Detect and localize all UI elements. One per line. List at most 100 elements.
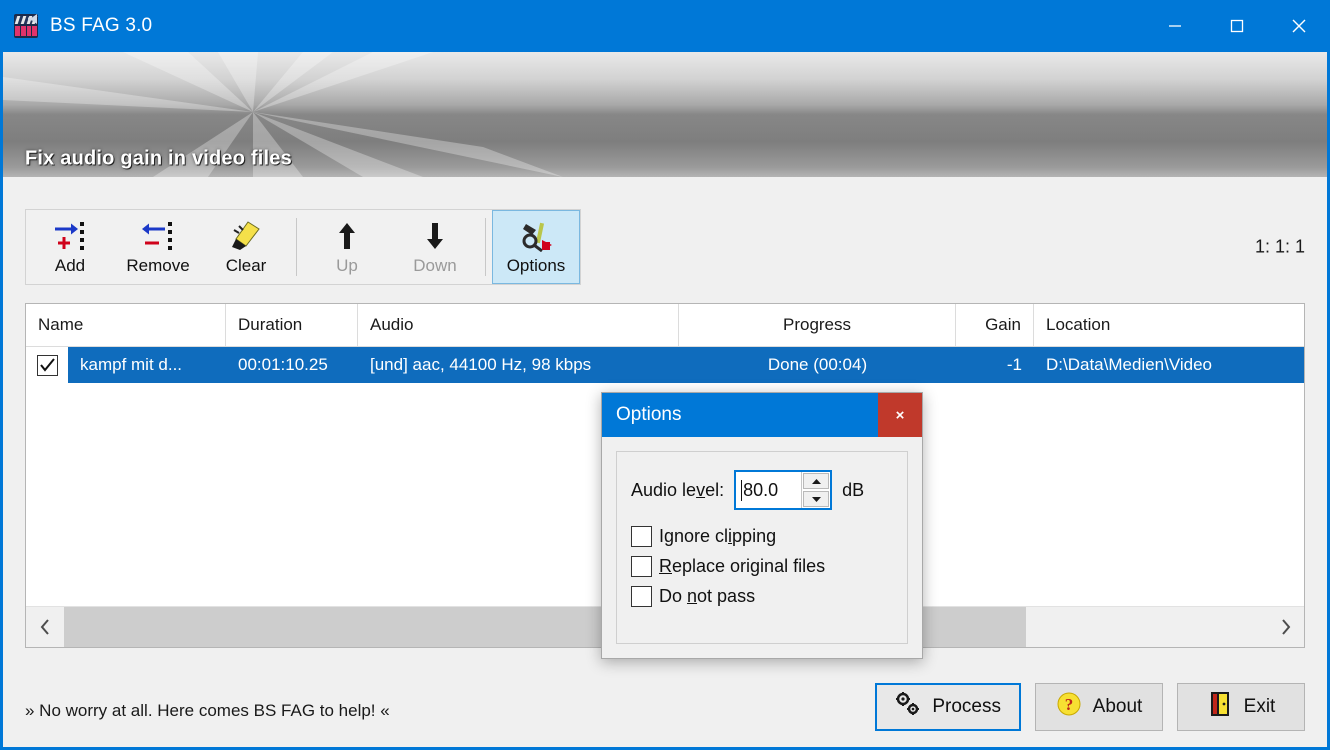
checkbox-replace-original-files[interactable]: Replace original files xyxy=(631,556,893,577)
toolbar: Add Remove Clear Up Down Options xyxy=(25,209,581,285)
tools-options-icon xyxy=(520,219,552,253)
spinner-up-icon[interactable] xyxy=(803,473,830,489)
checkbox-box xyxy=(36,354,58,376)
item-counter: 1: 1: 1 xyxy=(1254,236,1305,257)
checkbox-label: Do not pass xyxy=(659,586,755,607)
label-part-after: eplace original files xyxy=(672,556,826,576)
audio-level-value: 80.0 xyxy=(743,479,779,500)
column-header-name[interactable]: Name xyxy=(26,304,226,346)
exit-door-icon xyxy=(1207,691,1233,723)
label-part-after: pping xyxy=(732,526,777,546)
audio-level-label-after: el: xyxy=(705,479,725,500)
cell-gain: -1 xyxy=(1006,355,1022,374)
toolbar-button-remove[interactable]: Remove xyxy=(114,210,202,284)
column-header-gain[interactable]: Gain xyxy=(956,304,1034,346)
checkbox-box xyxy=(631,586,652,607)
window-title: BS FAG 3.0 xyxy=(50,15,153,36)
toolbar-label: Options xyxy=(506,255,566,275)
label-part-before: Do xyxy=(659,586,688,606)
clear-eraser-icon xyxy=(230,219,262,253)
column-header-duration[interactable]: Duration xyxy=(226,304,358,346)
label-part-after: ot pass xyxy=(697,586,756,606)
toolbar-separator xyxy=(296,218,297,276)
checkbox-ignore-clipping[interactable]: Ignore clipping xyxy=(631,526,893,547)
close-button[interactable] xyxy=(1268,0,1327,52)
audio-level-label-before: Audio le xyxy=(631,479,697,500)
checkbox-do-not-pass[interactable]: Do not pass xyxy=(631,586,893,607)
check-mark-icon xyxy=(39,357,55,372)
audio-level-label: Audio level: xyxy=(631,480,724,501)
banner-headline: Fix audio gain in video files xyxy=(25,147,292,170)
cell-audio: [und] aac, 44100 Hz, 98 kbps xyxy=(370,355,592,374)
list-header-row: Name Duration Audio Progress Gain Locati… xyxy=(26,304,1304,347)
column-header-audio[interactable]: Audio xyxy=(358,304,679,346)
toolbar-area: Add Remove Clear Up Down Options 1: 1: 1 xyxy=(3,177,1327,292)
audio-level-label-mnemonic: v xyxy=(696,479,706,500)
process-button[interactable]: Process xyxy=(875,683,1021,731)
audio-level-row: Audio level: 80.0 dB xyxy=(631,470,893,510)
add-item-icon xyxy=(53,219,87,253)
action-buttons: Process ? About Exit xyxy=(875,683,1305,731)
exit-button[interactable]: Exit xyxy=(1177,683,1305,731)
title-bar: BS FAG 3.0 xyxy=(3,0,1327,52)
checkbox-label: Replace original files xyxy=(659,556,825,577)
dialog-close-button[interactable]: × xyxy=(878,393,922,437)
options-dialog: Options × Audio level: 80.0 dB Ignore cl… xyxy=(601,392,923,659)
process-button-label: Process xyxy=(932,696,1001,717)
svg-text:?: ? xyxy=(1064,695,1073,714)
cell-location: D:\Data\Medien\Video xyxy=(1046,355,1213,374)
label-part-mnemonic: n xyxy=(687,586,698,606)
toolbar-button-clear[interactable]: Clear xyxy=(202,210,290,284)
about-button[interactable]: ? About xyxy=(1035,683,1163,731)
toolbar-label: Down xyxy=(413,255,457,275)
chevron-left-icon[interactable] xyxy=(26,607,64,648)
checkbox-box xyxy=(631,526,652,547)
spinner-buttons xyxy=(801,472,830,508)
maximize-button[interactable] xyxy=(1206,0,1268,52)
window-controls xyxy=(1144,0,1327,52)
audio-level-unit: dB xyxy=(842,479,865,500)
application-window: BS FAG 3.0 Fix audio gain in video files… xyxy=(0,0,1330,750)
status-message: » No worry at all. Here comes BS FAG to … xyxy=(25,701,390,720)
toolbar-label: Add xyxy=(54,255,86,275)
toolbar-button-down[interactable]: Down xyxy=(391,210,479,284)
spinner-down-icon[interactable] xyxy=(803,491,830,507)
toolbar-button-add[interactable]: Add xyxy=(26,210,114,284)
arrow-down-icon xyxy=(424,219,446,253)
column-header-progress[interactable]: Progress xyxy=(679,304,956,346)
cell-name: kampf mit d... xyxy=(80,355,183,374)
gears-process-icon xyxy=(895,691,921,723)
checkbox-label: Ignore clipping xyxy=(659,526,776,547)
arrow-up-icon xyxy=(336,219,358,253)
column-header-location[interactable]: Location xyxy=(1034,304,1304,346)
toolbar-label: Clear xyxy=(225,255,267,275)
question-mark-icon: ? xyxy=(1056,691,1082,723)
label-part-mnemonic: R xyxy=(659,556,672,576)
label-part-before: Ignore cl xyxy=(659,526,729,546)
cell-duration: 00:01:10.25 xyxy=(238,355,328,374)
remove-item-icon xyxy=(141,219,175,253)
table-row[interactable]: kampf mit d... 00:01:10.25 [und] aac, 44… xyxy=(26,347,1304,383)
cell-progress: Done (00:04) xyxy=(767,355,868,374)
audio-level-input[interactable]: 80.0 xyxy=(736,472,801,508)
toolbar-separator xyxy=(485,218,486,276)
about-button-label: About xyxy=(1092,696,1143,717)
toolbar-button-options[interactable]: Options xyxy=(492,210,580,284)
dialog-title-bar: Options × xyxy=(602,393,922,437)
header-banner: Fix audio gain in video files © 2013-201… xyxy=(3,52,1327,177)
options-groupbox: Audio level: 80.0 dB Ignore clipping Rep… xyxy=(616,451,908,644)
exit-button-label: Exit xyxy=(1243,696,1276,717)
chevron-right-icon[interactable] xyxy=(1266,607,1304,648)
checkbox-box xyxy=(631,556,652,577)
toolbar-label: Up xyxy=(336,255,358,275)
toolbar-button-up[interactable]: Up xyxy=(303,210,391,284)
film-clapper-icon xyxy=(14,14,38,38)
dialog-body: Audio level: 80.0 dB Ignore clipping Rep… xyxy=(602,437,922,658)
row-checkbox[interactable] xyxy=(26,347,68,383)
dialog-title: Options xyxy=(616,404,682,425)
audio-level-spinner[interactable]: 80.0 xyxy=(734,470,833,510)
minimize-button[interactable] xyxy=(1144,0,1206,52)
options-checkbox-list: Ignore clipping Replace original files D… xyxy=(631,526,893,607)
text-caret xyxy=(741,479,743,501)
toolbar-label: Remove xyxy=(126,255,190,275)
